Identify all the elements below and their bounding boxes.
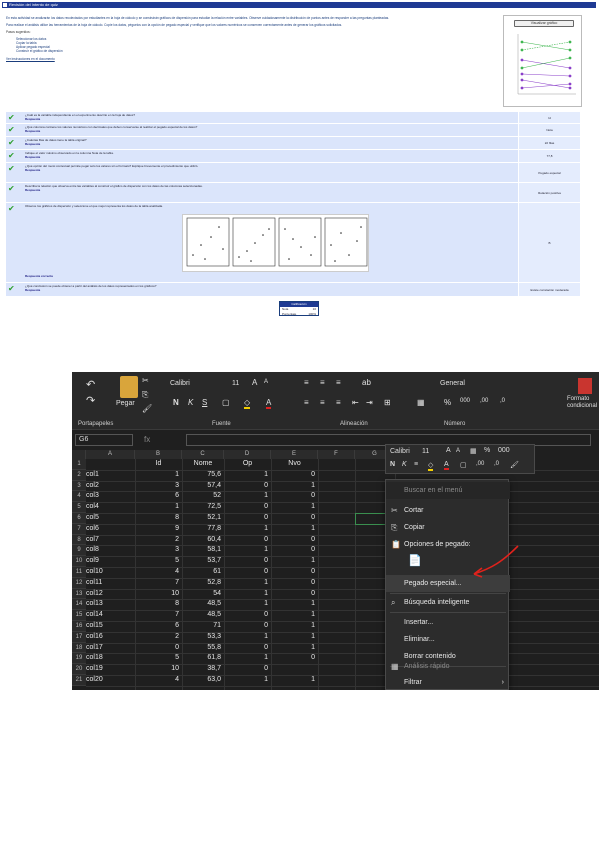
check-icon: ✔ <box>8 138 15 147</box>
question-row: ✔ Indique el valor máximo observado en l… <box>6 149 580 162</box>
check-icon: ✔ <box>8 284 15 293</box>
answer-label: Respuesta <box>25 116 41 121</box>
question-row: ✔ Observe los gráficos de dispersión y s… <box>6 202 580 282</box>
question-text: ¿Qué opción del menú contextual permite … <box>25 164 199 168</box>
question-row: ✔ ¿Qué conclusión se puede obtener a par… <box>6 282 580 296</box>
scatter-plot-c[interactable] <box>278 217 322 267</box>
check-icon: ✔ <box>8 125 15 134</box>
question-row: ✔ ¿Cuántas filas de datos tiene la tabla… <box>6 136 580 149</box>
answer-cell: 77,8 <box>518 150 580 162</box>
question-text: ¿Qué conclusión se puede obtener a parti… <box>25 284 157 288</box>
question-row: ✔ ¿Cuál es la variable independiente en … <box>6 111 580 123</box>
window-icon <box>3 3 7 7</box>
intro-list-item: Construir el gráfico de dispersión <box>16 49 63 54</box>
answer-cell: Relación positiva <box>518 183 580 202</box>
scatter-plot-b[interactable] <box>232 217 276 267</box>
answer-label: Respuesta correcta <box>25 274 53 278</box>
question-text: ¿Qué columna contiene los valores numéri… <box>25 125 198 129</box>
slope-chart-thumbnail: Visualizar gráfico <box>503 15 582 107</box>
document-title-bar: Revisión del intento de quiz <box>2 2 596 8</box>
score-value: 100% <box>308 312 316 316</box>
document-title: Revisión del intento de quiz <box>9 2 58 7</box>
answer-label: Respuesta <box>25 128 41 133</box>
question-text: Observe los gráficos de dispersión y sel… <box>25 204 163 208</box>
scatter-plots <box>186 217 368 267</box>
answer-cell: Nota <box>518 124 580 136</box>
question-text: ¿Cuál es la variable independiente en el… <box>25 113 136 117</box>
question-row: ✔ ¿Qué opción del menú contextual permit… <box>6 162 580 182</box>
intro-text: En esta actividad se analizarán los dato… <box>6 16 501 62</box>
check-icon: ✔ <box>8 164 15 173</box>
check-icon: ✔ <box>8 113 15 122</box>
answer-label: Respuesta <box>25 167 41 172</box>
check-icon: ✔ <box>8 184 15 193</box>
intro-paragraph-1: En esta actividad se analizarán los dato… <box>6 16 390 20</box>
question-row: ✔ ¿Qué columna contiene los valores numé… <box>6 123 580 136</box>
score-row: Porcentaje 100% <box>280 312 318 317</box>
score-label: Porcentaje <box>282 312 297 316</box>
answer-cell: Pegado especial <box>518 163 580 182</box>
answer-cell: Existe correlación moderada <box>518 283 580 296</box>
answer-label: Respuesta <box>25 141 41 146</box>
answer-label: Respuesta <box>25 187 41 192</box>
answer-label: Respuesta <box>25 287 41 292</box>
slope-points <box>520 40 572 90</box>
question-list: ✔ ¿Cuál es la variable independiente en … <box>6 111 580 296</box>
scatter-plot-d[interactable] <box>324 217 368 267</box>
answer-cell: B <box>518 203 580 282</box>
scatter-plot-options <box>182 214 369 272</box>
annotation-arrow <box>473 545 519 578</box>
instructions-link[interactable]: Ver instrucciones en el documento <box>6 57 55 61</box>
answer-label: Respuesta <box>25 154 41 159</box>
check-icon: ✔ <box>8 151 15 160</box>
scatter-plot-a[interactable] <box>186 217 230 267</box>
intro-paragraph-2: Para realizar el análisis utilice las he… <box>6 23 343 28</box>
intro-list: Seleccionar los datos Copiar la tabla Ap… <box>16 37 501 54</box>
score-table: Calificación Nota 10 Porcentaje 100% <box>279 301 319 316</box>
question-text: Describa la relación que observa entre l… <box>25 184 203 188</box>
answer-cell: Id <box>518 112 580 123</box>
check-icon: ✔ <box>8 204 15 213</box>
slope-lines <box>521 41 571 89</box>
answer-cell: 22 filas <box>518 137 580 149</box>
question-row: ✔ Describa la relación que observa entre… <box>6 182 580 202</box>
slope-chart <box>517 34 576 95</box>
excel-window: ↶ ↷ Pegar ✂ ⎘ 🖌 Calibri 11 A A N K S ▢ ◇… <box>72 372 599 690</box>
quiz-review-document: Revisión del intento de quiz En esta act… <box>0 0 599 340</box>
intro-list-title: Pasos sugeridos: <box>6 30 31 35</box>
